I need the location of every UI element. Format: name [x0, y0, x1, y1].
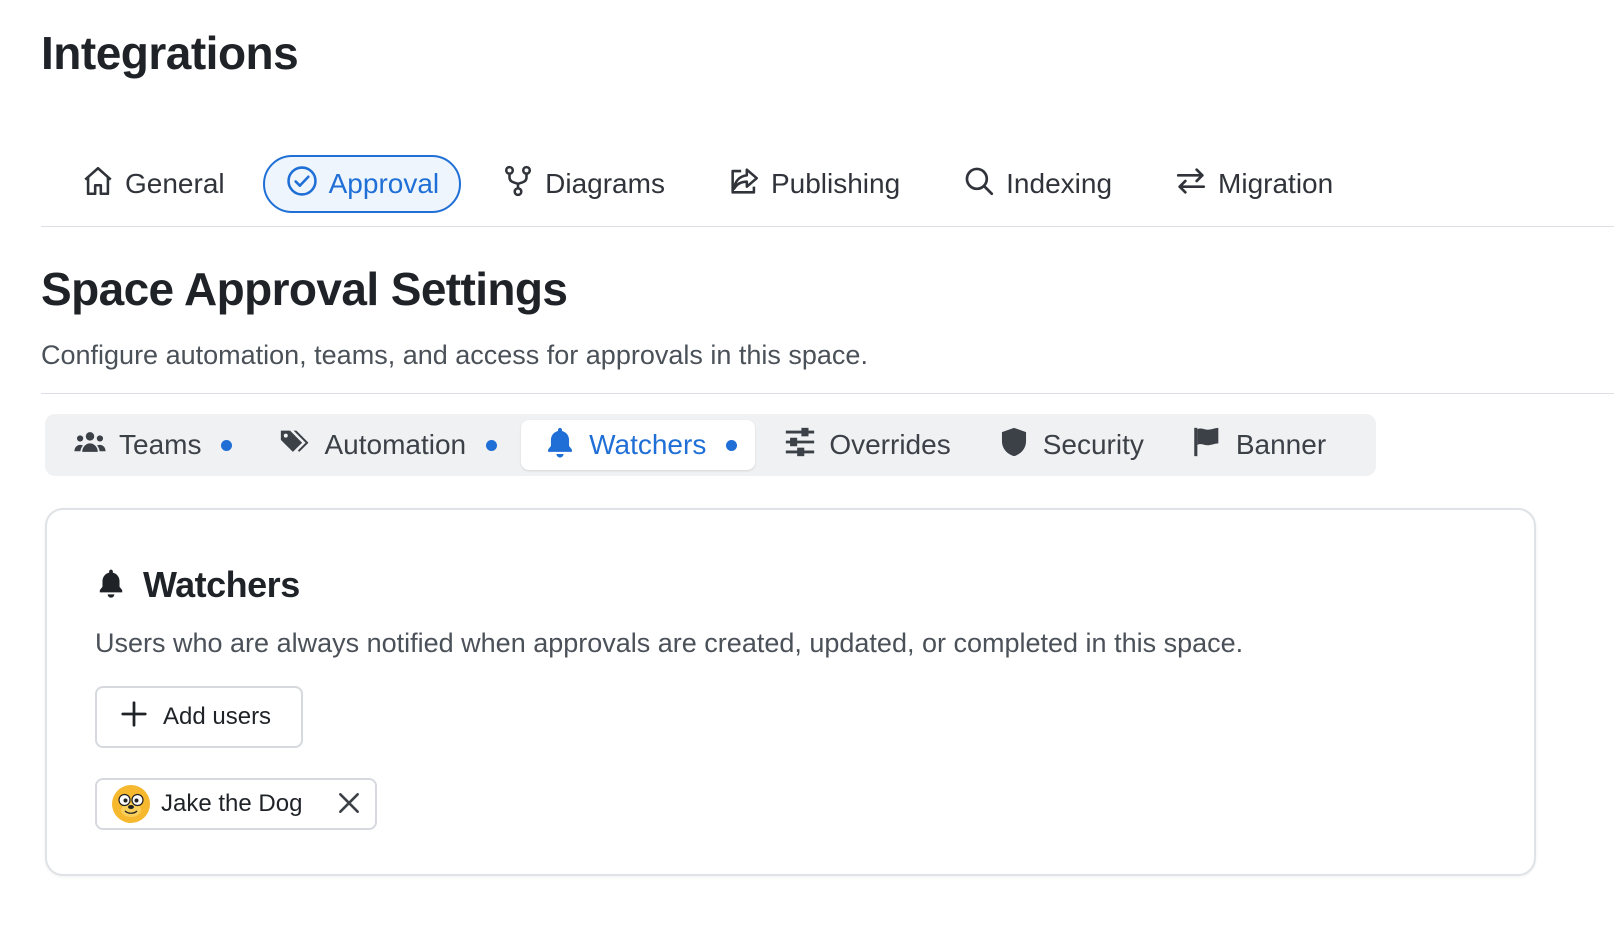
branch-icon — [501, 164, 535, 205]
subtab-banner[interactable]: Banner — [1168, 420, 1344, 470]
tab-label: Indexing — [1006, 168, 1113, 199]
status-dot — [486, 439, 498, 451]
subtab-label: Overrides — [829, 429, 951, 460]
search-icon — [962, 164, 996, 205]
tab-publishing[interactable]: Publishing — [705, 155, 922, 213]
tab-label: Approval — [328, 168, 440, 199]
tab-approval[interactable]: Approval — [262, 155, 462, 213]
tags-icon — [278, 425, 312, 466]
remove-user-button[interactable] — [334, 789, 364, 819]
status-dot — [221, 439, 233, 451]
tab-migration[interactable]: Migration — [1152, 155, 1355, 213]
home-icon — [81, 164, 115, 205]
tab-general[interactable]: General — [41, 155, 247, 213]
top-tabs: General Approval Diagrams Publishing Ind… — [41, 155, 1614, 227]
plus-icon — [119, 699, 149, 736]
users-icon — [73, 425, 107, 466]
watchers-card: Watchers Users who are always notified w… — [45, 508, 1536, 876]
jake-avatar-icon — [111, 784, 151, 824]
tab-label: Diagrams — [545, 168, 665, 199]
add-users-button[interactable]: Add users — [95, 686, 303, 748]
subtab-security[interactable]: Security — [975, 420, 1162, 470]
arrows-swap-icon — [1174, 164, 1208, 205]
subtab-label: Security — [1042, 429, 1144, 460]
user-chip: Jake the Dog — [95, 778, 377, 830]
user-name: Jake the Dog — [161, 790, 303, 817]
sub-tabs: Teams Automation Watchers Overrides Secu… — [45, 414, 1376, 476]
status-dot — [726, 439, 738, 451]
subtab-label: Automation — [324, 429, 467, 460]
section-title: Space Approval Settings — [41, 263, 568, 315]
tab-label: General — [125, 168, 225, 199]
subtab-label: Teams — [119, 429, 202, 460]
bell-icon — [95, 566, 127, 605]
bell-icon — [543, 425, 577, 466]
close-icon — [336, 790, 362, 819]
flag-icon — [1190, 425, 1224, 466]
add-users-label: Add users — [163, 703, 272, 730]
subtab-watchers[interactable]: Watchers — [521, 420, 756, 470]
subtab-label: Banner — [1235, 429, 1327, 460]
card-title: Watchers — [143, 564, 300, 605]
page: Integrations General Approval Diagrams P… — [0, 0, 1614, 948]
subtab-automation[interactable]: Automation — [256, 420, 515, 470]
share-icon — [727, 164, 761, 205]
section-subtitle: Configure automation, teams, and access … — [41, 340, 868, 370]
sliders-icon — [783, 425, 817, 466]
tab-indexing[interactable]: Indexing — [940, 155, 1134, 213]
tab-label: Publishing — [770, 168, 901, 199]
tab-diagrams[interactable]: Diagrams — [479, 155, 687, 213]
subtab-teams[interactable]: Teams — [51, 420, 250, 470]
tab-label: Migration — [1218, 168, 1334, 199]
page-title: Integrations — [41, 27, 299, 79]
card-header: Watchers — [95, 564, 300, 606]
subtab-label: Watchers — [589, 429, 707, 460]
divider — [41, 393, 1614, 394]
subtab-overrides[interactable]: Overrides — [761, 420, 968, 470]
card-description: Users who are always notified when appro… — [95, 628, 1244, 658]
check-circle-icon — [285, 164, 319, 205]
shield-icon — [997, 425, 1031, 466]
